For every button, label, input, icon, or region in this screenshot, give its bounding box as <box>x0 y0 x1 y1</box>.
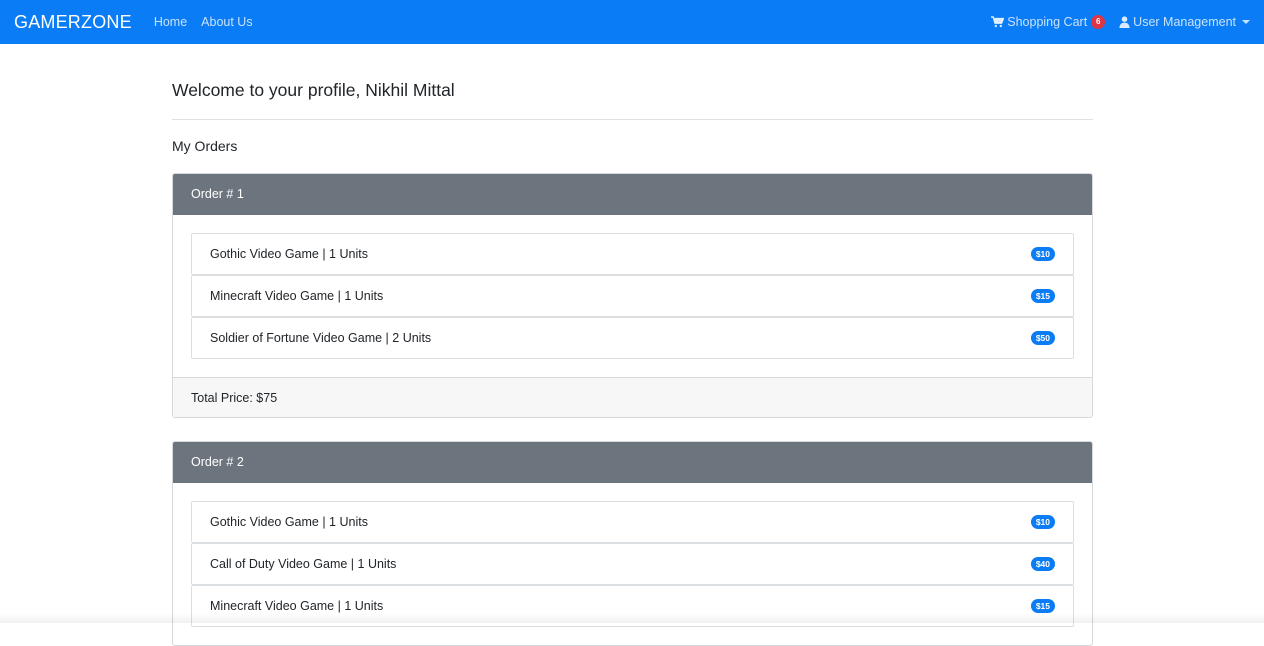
price-badge: $10 <box>1031 247 1055 261</box>
list-item: Soldier of Fortune Video Game | 2 Units … <box>191 317 1074 359</box>
shopping-cart-label: Shopping Cart <box>1007 0 1087 44</box>
price-badge: $10 <box>1031 515 1055 529</box>
price-badge: $15 <box>1031 599 1055 613</box>
price-badge: $50 <box>1031 331 1055 345</box>
cart-count-badge: 6 <box>1091 15 1105 29</box>
price-badge: $40 <box>1031 557 1055 571</box>
bottom-fade <box>0 613 1264 623</box>
item-name: Call of Duty Video Game | 1 Units <box>210 557 396 571</box>
shopping-cart-icon <box>991 16 1004 28</box>
user-icon <box>1119 16 1130 28</box>
page-title: Welcome to your profile, Nikhil Mittal <box>172 80 1093 100</box>
profile-content: Welcome to your profile, Nikhil Mittal M… <box>172 44 1093 646</box>
shopping-cart-link[interactable]: Shopping Cart 6 <box>991 0 1105 44</box>
nav-link-about-us[interactable]: About Us <box>201 0 252 44</box>
navbar-right: Shopping Cart 6 User Management <box>991 0 1250 44</box>
item-name: Minecraft Video Game | 1 Units <box>210 289 383 303</box>
title-divider <box>172 119 1093 120</box>
orders-heading: My Orders <box>172 138 1093 154</box>
chevron-down-icon <box>1242 20 1250 24</box>
item-name: Minecraft Video Game | 1 Units <box>210 599 383 613</box>
user-management-label: User Management <box>1133 0 1236 44</box>
price-badge: $15 <box>1031 289 1055 303</box>
item-name: Gothic Video Game | 1 Units <box>210 515 368 529</box>
order-items-list: Gothic Video Game | 1 Units $10 Minecraf… <box>173 215 1092 377</box>
user-management-dropdown[interactable]: User Management <box>1119 0 1250 44</box>
order-header: Order # 1 <box>173 174 1092 215</box>
list-item: Gothic Video Game | 1 Units $10 <box>191 233 1074 275</box>
list-item: Gothic Video Game | 1 Units $10 <box>191 501 1074 543</box>
list-item: Minecraft Video Game | 1 Units $15 <box>191 275 1074 317</box>
order-card: Order # 1 Gothic Video Game | 1 Units $1… <box>172 173 1093 418</box>
order-header: Order # 2 <box>173 442 1092 483</box>
top-navbar: GAMERZONE Home About Us Shopping Cart 6 <box>0 0 1264 44</box>
list-item: Call of Duty Video Game | 1 Units $40 <box>191 543 1074 585</box>
order-total: Total Price: $75 <box>173 377 1092 417</box>
brand-logo[interactable]: GAMERZONE <box>14 0 132 44</box>
item-name: Soldier of Fortune Video Game | 2 Units <box>210 331 431 345</box>
nav-link-home[interactable]: Home <box>154 0 187 44</box>
item-name: Gothic Video Game | 1 Units <box>210 247 368 261</box>
